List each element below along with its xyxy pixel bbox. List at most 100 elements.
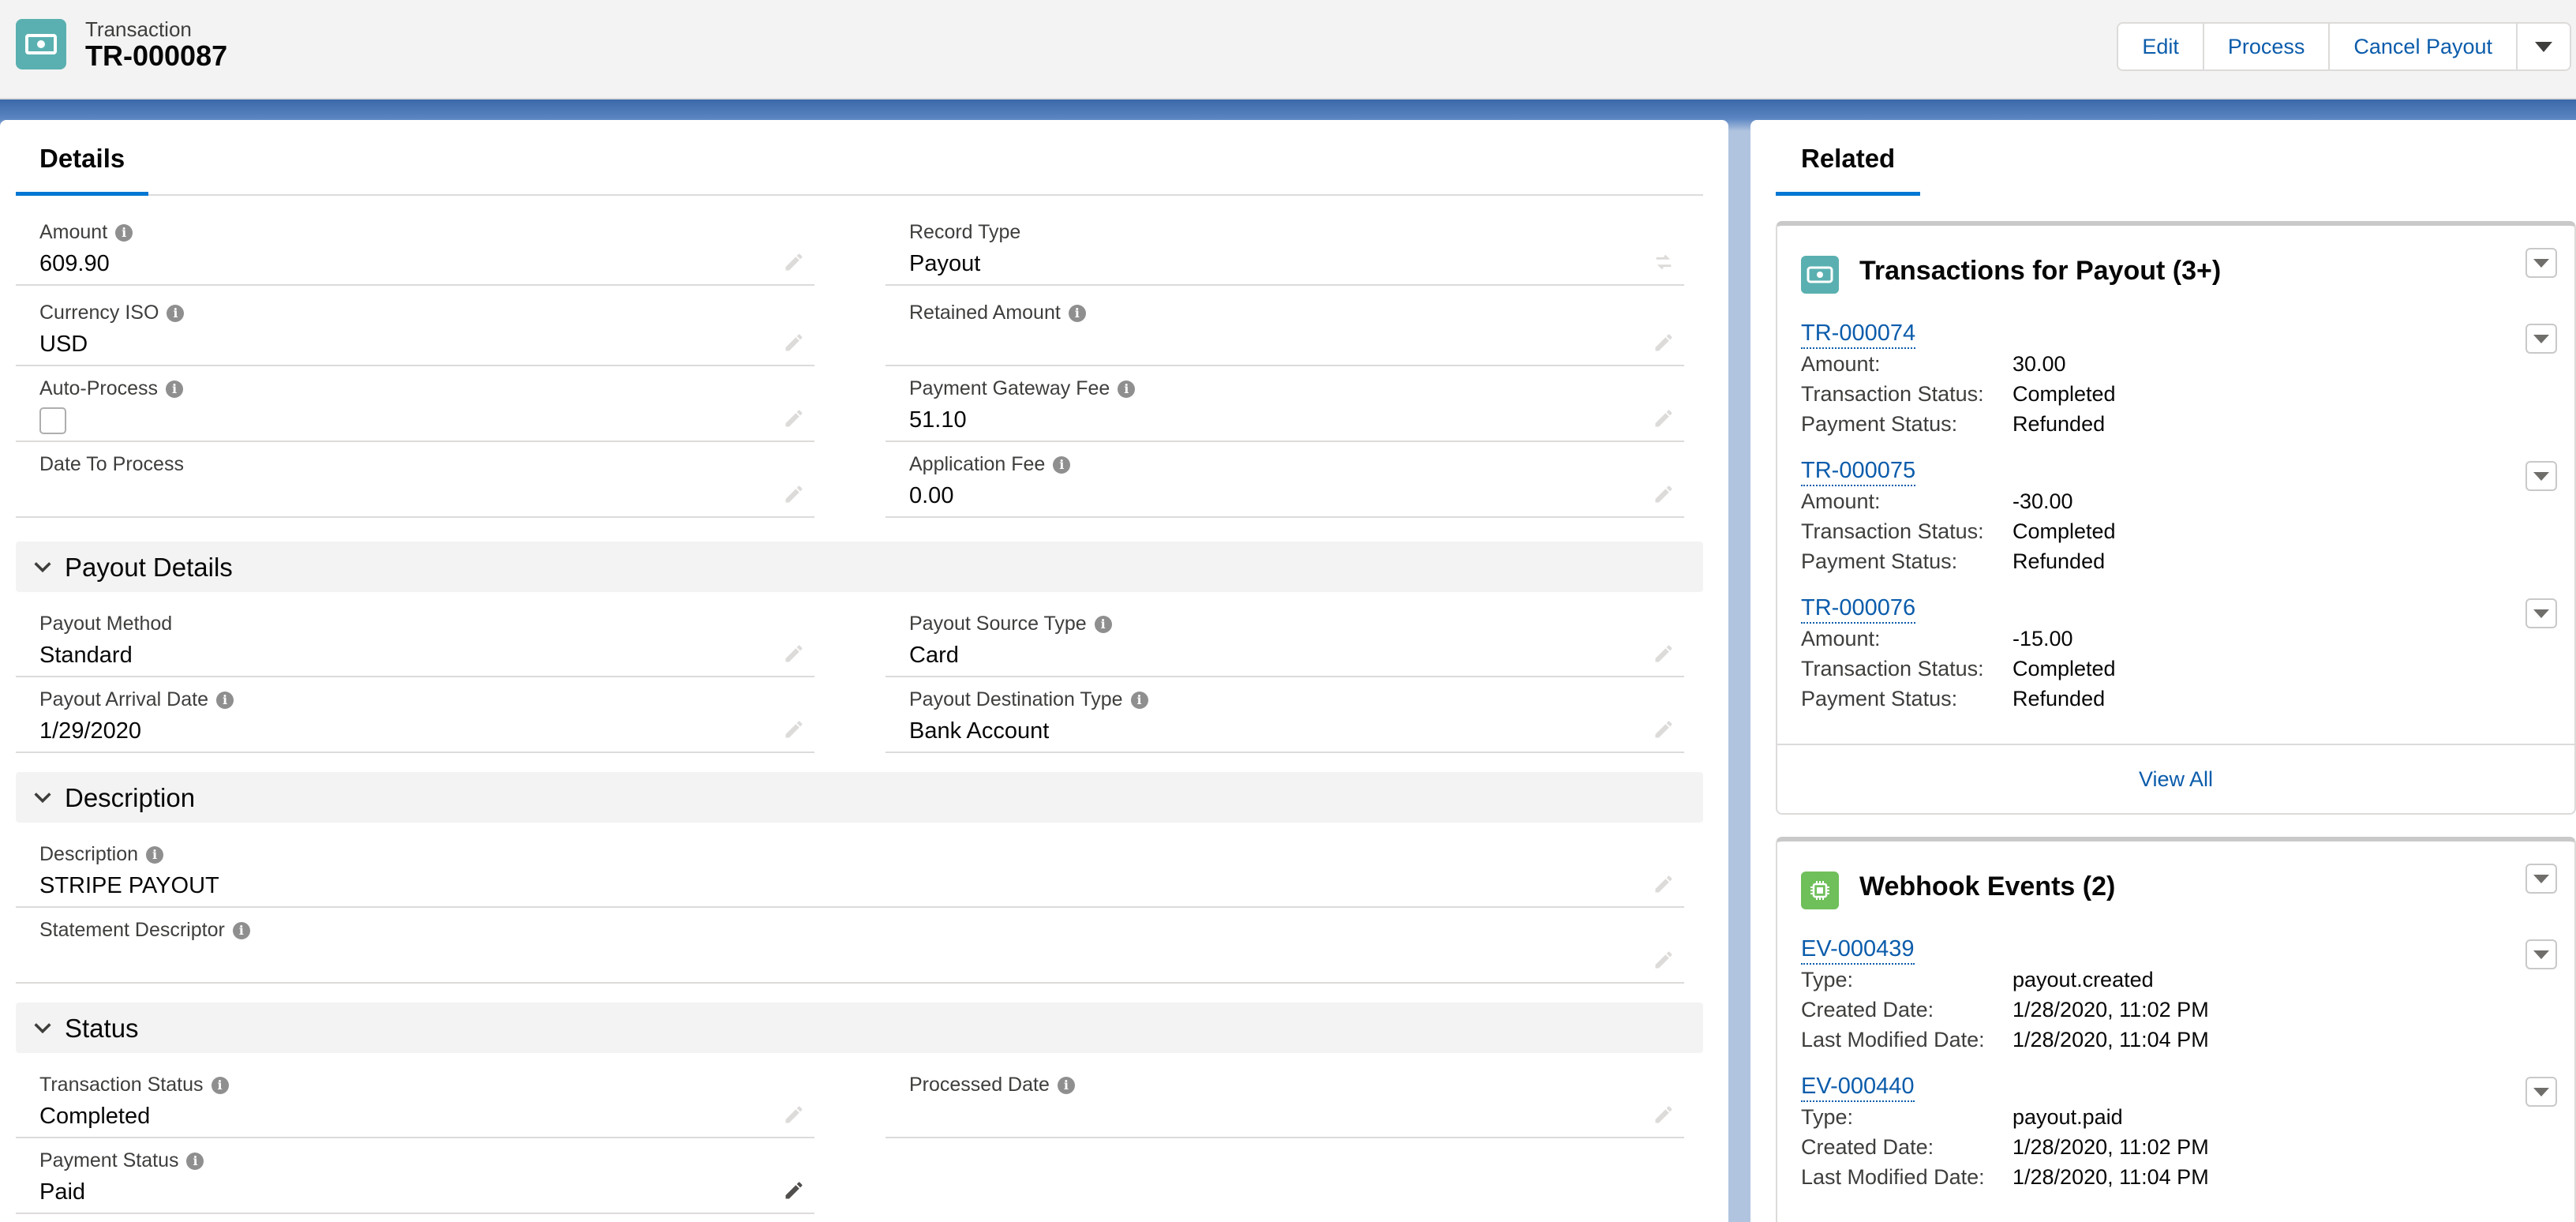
field-label: Statement Descriptor [39,919,225,941]
pencil-icon[interactable] [783,332,805,354]
pencil-icon[interactable] [1653,407,1675,429]
field-label: Currency ISO [39,302,159,324]
card-menu-button[interactable] [2525,248,2557,278]
auto-process-checkbox[interactable] [39,407,66,434]
pencil-icon[interactable] [1653,873,1675,895]
related-record: EV-000439 Type: payout.created Created Da… [1801,935,2543,1055]
info-icon[interactable]: i [167,304,185,322]
info-icon[interactable]: i [115,223,133,242]
row-value: 30.00 [2012,352,2066,376]
section-payout-details[interactable]: Payout Details [16,542,1703,592]
pencil-icon[interactable] [1653,332,1675,354]
tab-related[interactable]: Related [1776,120,1921,196]
action-button-group: Edit Process Cancel Payout [2117,22,2571,71]
field-label: Payout Source Type [909,613,1087,635]
field-payout-source-type: Payout Source Type i Card [886,602,1684,677]
record-link[interactable]: TR-000075 [1801,456,1916,486]
info-icon[interactable]: i [232,921,250,939]
row-value: 1/28/2020, 11:04 PM [2012,1165,2209,1189]
view-all-link[interactable]: View All [1777,744,2574,813]
info-icon[interactable]: i [1068,304,1086,322]
pencil-icon[interactable] [783,407,805,429]
row-value: Refunded [2012,687,2106,710]
field-value: Paid [39,1179,86,1205]
pencil-icon[interactable] [783,483,805,505]
field-value: Card [909,643,959,668]
field-value: Standard [39,643,133,668]
card-title[interactable]: Webhook Events (2) [1859,872,2115,902]
section-status[interactable]: Status [16,1003,1703,1053]
pencil-icon[interactable] [1653,1104,1675,1126]
row-key: Type: [1801,1105,1854,1129]
row-key: Type: [1801,968,1854,991]
more-actions-button[interactable] [2518,24,2570,69]
row-menu-button[interactable] [2525,939,2557,969]
info-icon[interactable]: i [1130,691,1148,709]
card-menu-button[interactable] [2525,864,2557,894]
pencil-icon[interactable] [1653,643,1675,665]
pencil-icon[interactable] [1653,718,1675,740]
field-label: Description [39,843,139,865]
info-icon[interactable]: i [216,691,234,709]
row-value: Refunded [2012,412,2106,436]
pencil-icon[interactable] [1653,483,1675,505]
row-menu-button[interactable] [2525,1077,2557,1107]
section-description[interactable]: Description [16,772,1703,823]
caret-down-icon [2535,41,2552,52]
field-processed-date: Processed Date i [886,1063,1684,1138]
record-link[interactable]: EV-000440 [1801,1072,1915,1102]
record-title: TR-000087 [85,39,228,72]
row-value: 1/28/2020, 11:04 PM [2012,1028,2209,1051]
change-record-type-icon[interactable] [1653,251,1675,273]
row-menu-button[interactable] [2525,461,2557,491]
info-icon[interactable]: i [1118,380,1136,398]
card-title[interactable]: Transactions for Payout (3+) [1859,256,2221,287]
chevron-down-icon [2533,609,2549,618]
cancel-payout-button[interactable]: Cancel Payout [2330,24,2518,69]
info-icon[interactable]: i [1094,615,1112,633]
object-label: Transaction [85,17,192,41]
info-icon[interactable]: i [211,1076,229,1094]
chevron-down-icon [2533,471,2549,481]
row-key: Payment Status: [1801,412,1958,436]
webhook-events-card: Webhook Events (2) EV-000439 Type: payout… [1776,837,2576,1222]
field-payout-arrival-date: Payout Arrival Date i 1/29/2020 [16,677,814,753]
process-button[interactable]: Process [2203,24,2331,69]
info-icon[interactable]: i [1053,455,1071,474]
row-key: Transaction Status: [1801,657,1984,680]
info-icon[interactable]: i [166,380,184,398]
related-record: TR-000076 Amount: -15.00 Transaction Stat… [1801,594,2543,714]
field-label: Transaction Status [39,1074,204,1096]
info-icon[interactable]: i [186,1152,204,1170]
pencil-icon[interactable] [783,718,805,740]
tab-details[interactable]: Details [16,120,149,196]
field-payment-gateway-fee: Payment Gateway Fee i 51.10 [886,366,1684,442]
field-auto-process: Auto-Process i [16,366,814,442]
pencil-icon[interactable] [783,1179,805,1201]
row-menu-button[interactable] [2525,324,2557,354]
record-link[interactable]: EV-000439 [1801,935,1915,965]
money-icon [16,19,66,69]
info-icon[interactable]: i [146,845,164,864]
row-value: Completed [2012,657,2116,680]
record-link[interactable]: TR-000074 [1801,319,1916,349]
related-record: TR-000075 Amount: -30.00 Transaction Stat… [1801,456,2543,576]
row-value: Completed [2012,382,2116,406]
field-value: 0.00 [909,483,954,508]
record-link[interactable]: TR-000076 [1801,594,1916,624]
field-transaction-status: Transaction Status i Completed [16,1063,814,1138]
edit-button[interactable]: Edit [2118,24,2204,69]
field-label: Application Fee [909,453,1046,475]
pencil-icon[interactable] [783,1104,805,1126]
row-menu-button[interactable] [2525,598,2557,628]
pencil-icon[interactable] [783,643,805,665]
info-icon[interactable]: i [1057,1076,1075,1094]
related-record: EV-000440 Type: payout.paid Created Date:… [1801,1072,2543,1192]
pencil-icon[interactable] [783,251,805,273]
record-header: Transaction TR-000087 Edit Process Cance… [0,0,2576,99]
row-value: 1/28/2020, 11:02 PM [2012,998,2209,1021]
field-statement-descriptor: Statement Descriptor i [16,908,1684,984]
row-value: Refunded [2012,549,2106,573]
pencil-icon[interactable] [1653,949,1675,971]
field-label: Payment Status [39,1149,179,1171]
